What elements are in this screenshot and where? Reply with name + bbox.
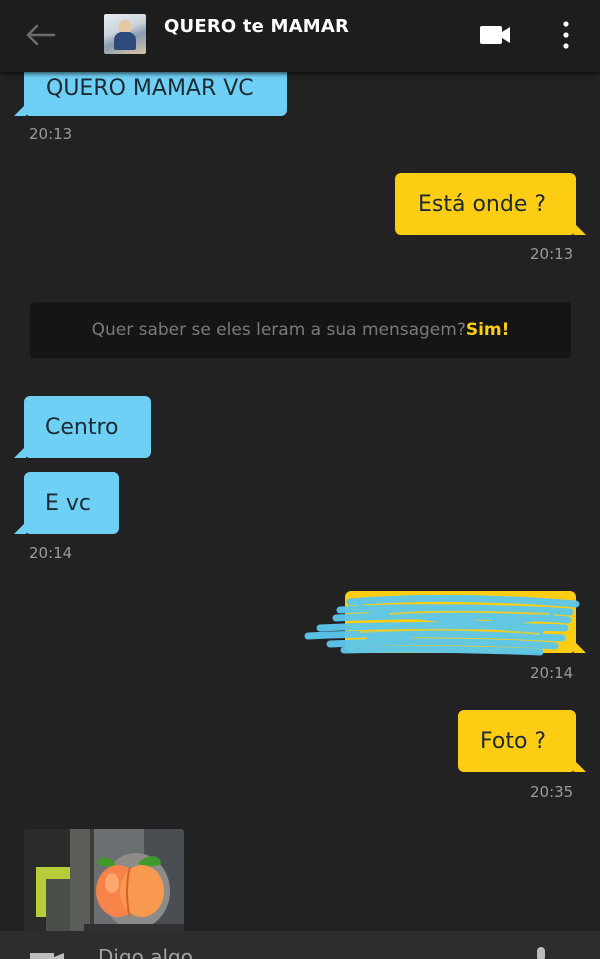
message-timestamp: 20:14 xyxy=(29,544,73,562)
message-bubble-incoming[interactable]: E vc xyxy=(14,472,119,534)
message-timestamp: 20:13 xyxy=(530,245,574,263)
message-input[interactable]: Digo algo... xyxy=(98,945,212,959)
message-bubble-incoming[interactable]: Centro xyxy=(14,396,151,458)
message-bubble-outgoing[interactable]: Foto ? xyxy=(458,710,586,772)
contact-avatar[interactable] xyxy=(104,14,146,54)
arrow-left-icon xyxy=(26,24,56,46)
peach-emoji-icon xyxy=(96,856,164,918)
video-call-button[interactable] xyxy=(478,22,512,48)
camera-icon[interactable] xyxy=(30,951,64,959)
video-camera-icon xyxy=(480,26,510,44)
message-text: Centro xyxy=(45,414,119,440)
redaction-scribble xyxy=(304,594,580,656)
microphone-icon[interactable] xyxy=(534,947,548,959)
chat-screen: QUERO te MAMAR QUERO MAMAR VC 20:13 Está… xyxy=(0,0,600,959)
chat-title[interactable]: QUERO te MAMAR xyxy=(164,16,349,37)
chat-header: QUERO te MAMAR xyxy=(0,0,600,72)
message-bubble-outgoing[interactable]: Está onde ? xyxy=(395,173,586,235)
message-text: QUERO MAMAR VC xyxy=(46,75,254,101)
message-timestamp: 20:14 xyxy=(530,664,574,682)
message-timestamp: 20:35 xyxy=(530,783,574,801)
read-receipt-upsell[interactable]: Quer saber se eles leram a sua mensagem?… xyxy=(30,302,571,358)
upsell-text: Quer saber se eles leram a sua mensagem? xyxy=(91,320,466,340)
message-timestamp: 20:13 xyxy=(29,125,73,143)
back-button[interactable] xyxy=(20,18,60,52)
message-composer: Digo algo... xyxy=(0,931,600,959)
message-photo-incoming[interactable] xyxy=(24,829,184,939)
message-text: Está onde ? xyxy=(418,191,547,217)
message-text: E vc xyxy=(45,490,92,516)
more-options-button[interactable] xyxy=(552,18,580,52)
upsell-yes-link[interactable]: Sim! xyxy=(466,320,510,340)
vertical-dots-icon xyxy=(563,21,569,49)
message-text: Foto ? xyxy=(480,728,547,754)
